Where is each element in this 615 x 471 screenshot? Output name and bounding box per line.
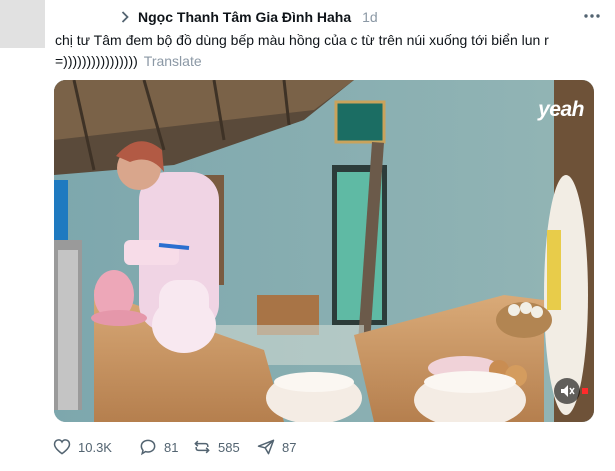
volume-off-icon (561, 385, 575, 397)
translate-link[interactable]: Translate (144, 53, 202, 69)
author-name[interactable]: Ngọc Thanh Tâm Gia Đình Haha (138, 9, 351, 25)
view-count: 87 (282, 439, 297, 455)
reply-count: 81 (164, 439, 179, 455)
more-options-button[interactable] (582, 6, 602, 26)
share-button[interactable]: 87 (256, 437, 296, 457)
post-header: Ngọc Thanh Tâm Gia Đình Haha 1d (121, 6, 378, 28)
post-time[interactable]: 1d (362, 9, 378, 25)
repost-count: 585 (218, 439, 240, 455)
like-count: 10.3K (78, 439, 112, 455)
action-bar: 10.3K 81 585 87 (52, 436, 612, 458)
more-icon (584, 14, 600, 18)
reply-icon (140, 439, 156, 456)
repost-button[interactable]: 585 (192, 437, 256, 457)
recording-indicator (582, 388, 588, 394)
video-frame (54, 80, 594, 422)
mute-button[interactable] (554, 378, 580, 404)
avatar[interactable] (0, 0, 45, 48)
video-player[interactable]: yeah (54, 80, 594, 422)
repost-icon (194, 440, 210, 454)
yeah-logo: yeah (538, 98, 584, 121)
reply-button[interactable]: 81 (138, 437, 192, 457)
heart-icon (53, 439, 71, 455)
post-text: chị tư Tâm đem bộ đồ dùng bếp màu hồng c… (55, 32, 549, 69)
post-text-container: chị tư Tâm đem bộ đồ dùng bếp màu hồng c… (55, 30, 605, 72)
chevron-right-icon (121, 10, 131, 24)
send-icon (257, 439, 275, 455)
like-button[interactable]: 10.3K (52, 437, 138, 457)
